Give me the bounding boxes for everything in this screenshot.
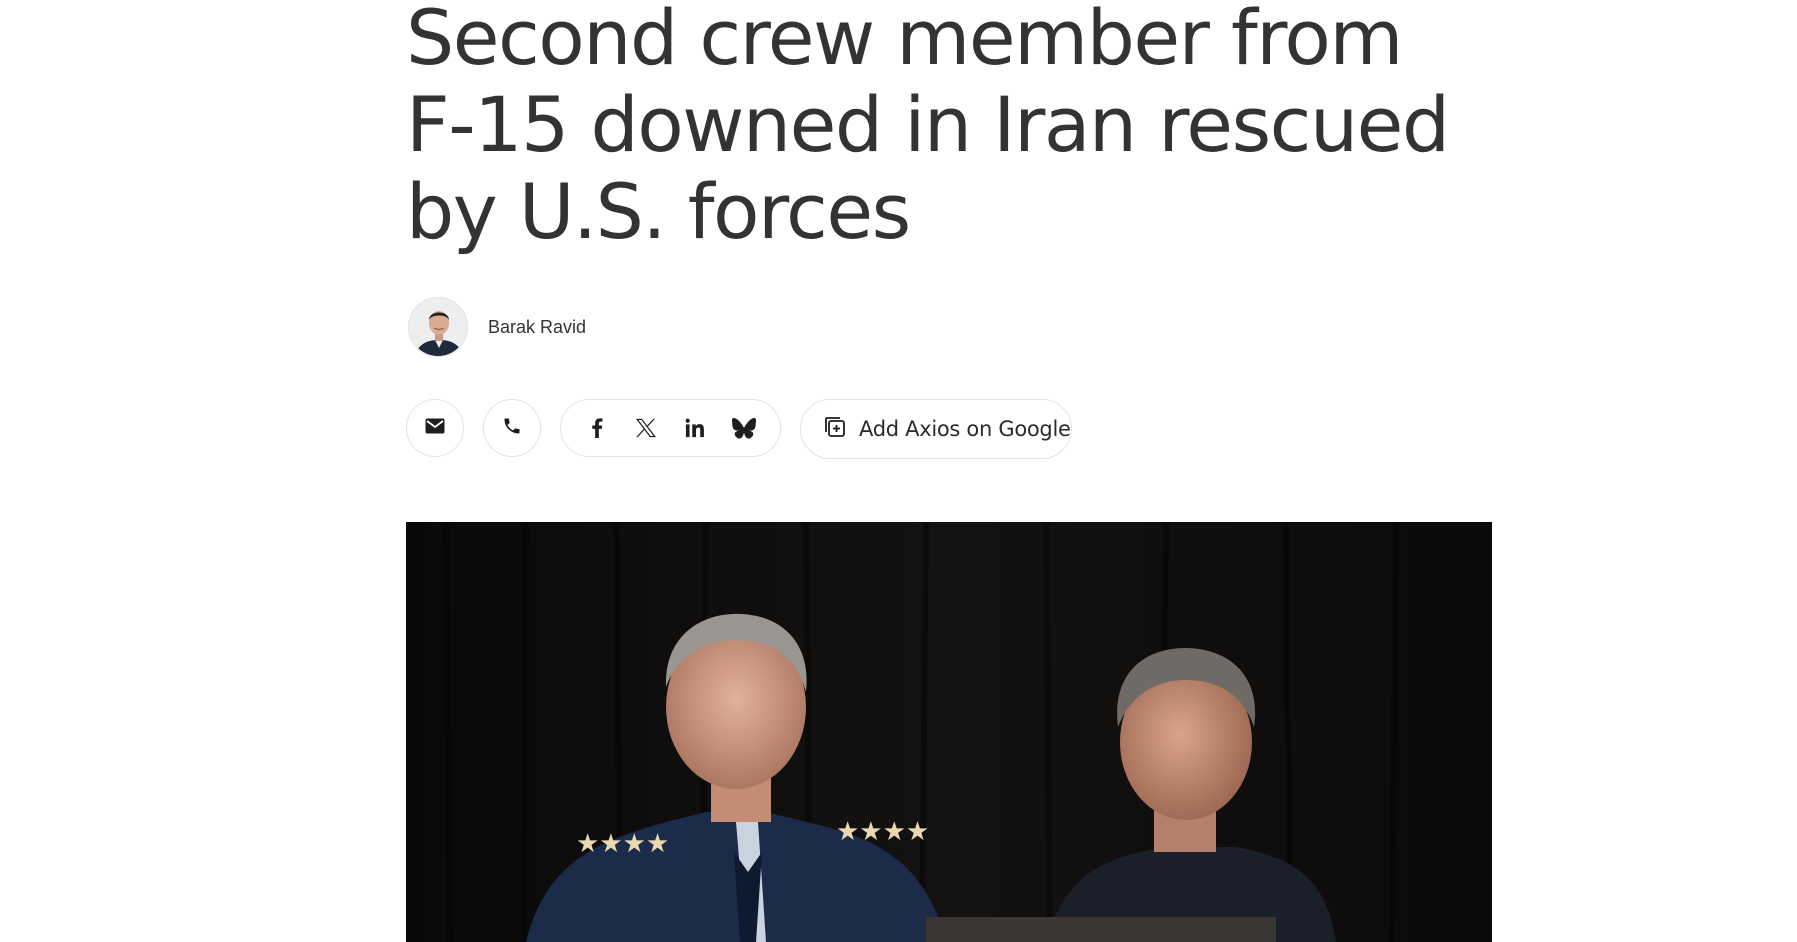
social-share-group <box>560 399 781 457</box>
svg-text:★★★★: ★★★★ <box>576 829 669 859</box>
x-icon[interactable] <box>631 413 661 443</box>
linkedin-icon[interactable] <box>680 413 710 443</box>
phone-share-button[interactable] <box>483 399 541 457</box>
bluesky-icon[interactable] <box>729 413 759 443</box>
email-share-button[interactable] <box>406 399 464 457</box>
hero-image: ★★★★ ★★★★ <box>406 522 1492 942</box>
author-avatar[interactable] <box>408 297 468 357</box>
author-link[interactable]: Barak Ravid <box>488 317 586 338</box>
add-axios-on-google-button[interactable]: Add Axios on Google <box>800 399 1072 459</box>
add-axios-on-google-label: Add Axios on Google <box>859 417 1071 441</box>
headline: Second crew member from F-15 downed in I… <box>406 0 1450 256</box>
envelope-icon <box>425 418 445 439</box>
facebook-icon[interactable] <box>582 413 612 443</box>
byline: Barak Ravid <box>408 296 586 358</box>
add-source-icon <box>823 415 847 444</box>
phone-icon <box>502 416 522 441</box>
svg-text:★★★★: ★★★★ <box>836 817 929 847</box>
